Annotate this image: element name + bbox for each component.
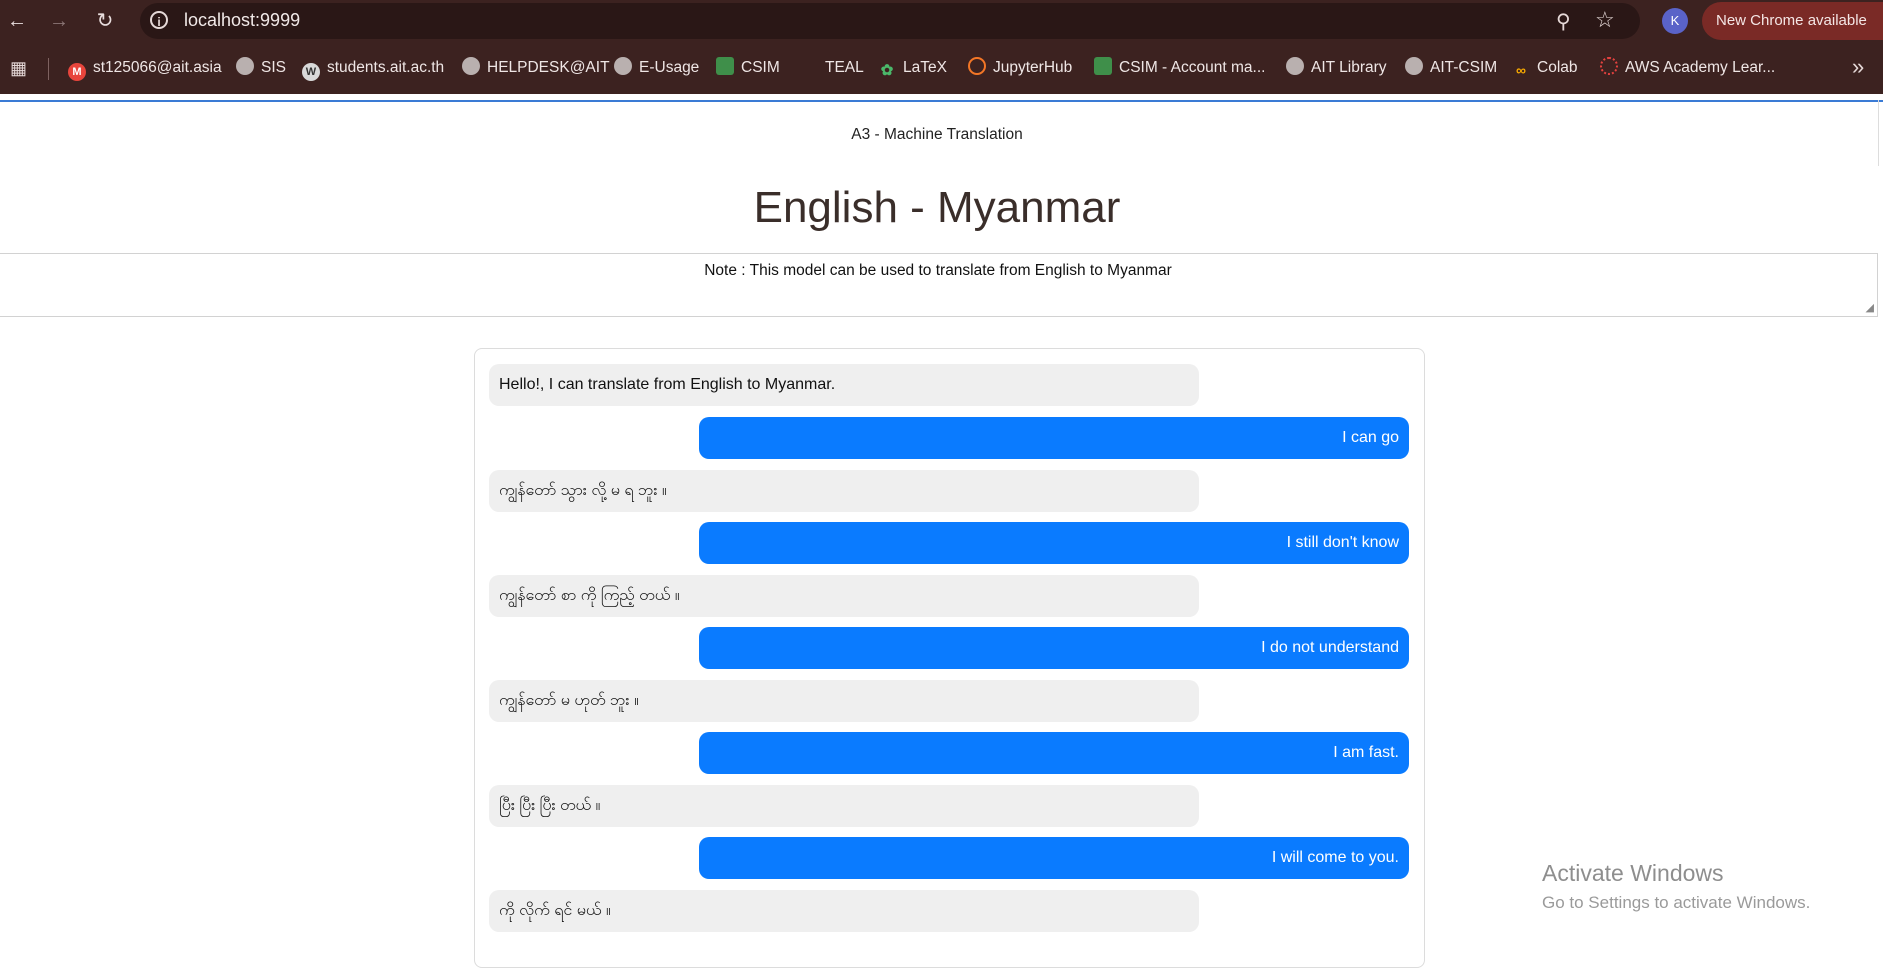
bookmark-latex[interactable]: ✿ LaTeX (878, 55, 947, 81)
bookmark-ait-library[interactable]: AIT Library (1286, 55, 1387, 81)
bookmark-gmail[interactable]: Mst125066@ait.asia (68, 55, 222, 81)
bookmark-label: st125066@ait.asia (93, 59, 222, 76)
chrome-update-button[interactable]: New Chrome available (1702, 2, 1883, 40)
resize-grip-icon[interactable]: ◢ (1866, 301, 1874, 314)
user-message: I will come to you. (699, 837, 1409, 879)
bot-message: ကျွန်တော် မ ဟုတ် ဘူး ။ (489, 680, 1199, 722)
csim-account-icon (1094, 57, 1112, 75)
chat-panel: Hello!, I can translate from English to … (474, 348, 1425, 968)
bookmark-label: TEAL (825, 59, 864, 76)
bookmark-label: JupyterHub (993, 59, 1073, 76)
globe-icon (1405, 57, 1423, 75)
bookmark-label: AIT-CSIM (1430, 59, 1498, 76)
jupyter-icon (968, 57, 986, 75)
address-bar[interactable]: i localhost:9999 ⚲ ☆ (140, 3, 1640, 39)
bookmark-ait-csim[interactable]: AIT-CSIM (1405, 55, 1497, 81)
page-title: English - Myanmar (753, 183, 1121, 232)
bookmark-label: AIT Library (1311, 59, 1387, 76)
bookmark-e-usage[interactable]: E-Usage (614, 55, 699, 81)
browser-toolbar: ← → ↻ i localhost:9999 ⚲ ☆ K New Chrome … (0, 0, 1883, 42)
apps-grid-icon[interactable]: ▦ (10, 58, 30, 78)
globe-icon (1286, 57, 1304, 75)
user-message: I do not understand (699, 627, 1409, 669)
bookmark-students[interactable]: Wstudents.ait.ac.th (302, 55, 444, 81)
blank-icon (800, 57, 818, 75)
bookmark-helpdesk[interactable]: HELPDESK@AIT (462, 55, 610, 81)
csim-icon (716, 57, 734, 75)
url-text[interactable]: localhost:9999 (184, 10, 300, 31)
bot-message: Hello!, I can translate from English to … (489, 364, 1199, 406)
bookmark-teal[interactable]: TEAL (800, 55, 864, 81)
back-arrow-icon[interactable]: ← (4, 8, 30, 34)
page-subtitle: A3 - Machine Translation (851, 126, 1023, 143)
bookmark-star-icon[interactable]: ☆ (1595, 7, 1615, 33)
note-text: Note : This model can be used to transla… (704, 262, 1172, 279)
bookmarks-bar: ▦ Mst125066@ait.asia SIS Wstudents.ait.a… (0, 42, 1883, 94)
bot-message: ပြီး ပြီး ပြီး တယ် ။ (489, 785, 1199, 827)
windows-activation-subtitle: Go to Settings to activate Windows. (1542, 893, 1811, 912)
gmail-icon: M (68, 63, 86, 81)
globe-icon (236, 57, 254, 75)
bookmark-aws-academy[interactable]: AWS Academy Lear... (1600, 55, 1775, 81)
bookmark-label: CSIM - Account ma... (1119, 59, 1266, 76)
bookmark-label: LaTeX (903, 59, 947, 76)
more-bookmarks-icon[interactable]: » (1852, 54, 1864, 80)
bookmark-label: AWS Academy Lear... (1625, 59, 1776, 76)
bookmark-csim[interactable]: CSIM (716, 55, 780, 81)
reload-icon[interactable]: ↻ (92, 8, 118, 34)
bookmark-label: students.ait.ac.th (327, 59, 445, 76)
bookmark-label: HELPDESK@AIT (487, 59, 610, 76)
zoom-icon[interactable]: ⚲ (1556, 9, 1571, 34)
bookmark-label: Colab (1537, 59, 1578, 76)
colab-icon: ∞ (1516, 62, 1526, 78)
page-top-border (0, 100, 1883, 102)
site-info-icon[interactable]: i (150, 11, 168, 29)
bot-message: ကို လိုက် ရင် မယ် ။ (489, 890, 1199, 932)
bookmark-label: SIS (261, 59, 286, 76)
bookmark-label: CSIM (741, 59, 780, 76)
bookmark-jupyterhub[interactable]: JupyterHub (968, 55, 1072, 81)
profile-avatar[interactable]: K (1662, 8, 1688, 34)
aws-academy-icon (1600, 57, 1618, 75)
bookmark-csim-account[interactable]: CSIM - Account ma... (1094, 55, 1265, 81)
forward-arrow-icon[interactable]: → (46, 8, 72, 34)
note-textarea[interactable]: Note : This model can be used to transla… (0, 253, 1878, 317)
globe-icon (614, 57, 632, 75)
bot-message: ကျွန်တော် သွား လို့ မ ရ ဘူး ။ (489, 470, 1199, 512)
bookmark-colab[interactable]: ∞ Colab (1512, 55, 1578, 81)
windows-activation-title: Activate Windows (1542, 860, 1724, 886)
user-message: I am fast. (699, 732, 1409, 774)
bot-message: ကျွန်တော် စာ ကို ကြည့် တယ် ။ (489, 575, 1199, 617)
user-message: I still don't know (699, 522, 1409, 564)
page-right-border (1878, 100, 1879, 166)
globe-icon (462, 57, 480, 75)
overleaf-icon: ✿ (880, 62, 894, 79)
bookmarks-divider (48, 58, 49, 80)
bookmark-label: E-Usage (639, 59, 700, 76)
wordpress-icon: W (302, 63, 320, 81)
bookmark-sis[interactable]: SIS (236, 55, 286, 81)
user-message: I can go (699, 417, 1409, 459)
